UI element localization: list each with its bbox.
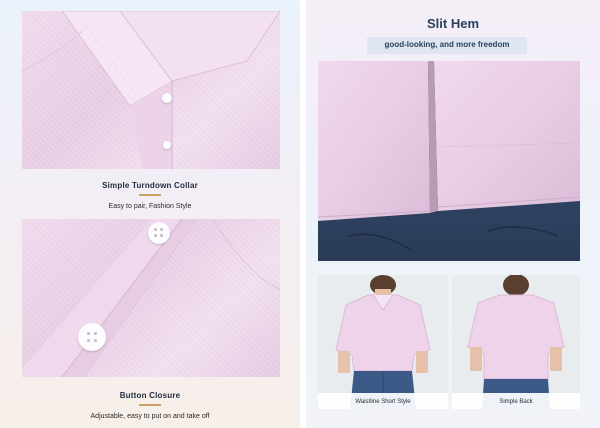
collar-subtitle: Easy to pair, Fashion Style [108, 203, 192, 210]
thumb-back-label: Simple Back [499, 399, 533, 405]
button-closure-divider [139, 404, 161, 406]
button-closure-title: Button Closure [119, 391, 181, 400]
collar-button [162, 93, 172, 103]
thumb-front-label: Waistline Short Style [355, 399, 411, 405]
closure-button-bottom [78, 323, 106, 351]
thumb-back-photo: Simple Back [452, 275, 580, 409]
collar-divider [139, 194, 161, 196]
button-closure-subtitle: Adjustable, easy to put on and take off [90, 413, 210, 420]
collar-title: Simple Turndown Collar [102, 181, 198, 190]
thumb-front-photo: Waistline Short Style [318, 275, 448, 409]
placket-button [163, 141, 171, 149]
slit-hem-subtitle: good-looking, and more freedom [384, 40, 510, 49]
collar-photo [22, 11, 280, 169]
slit-hem-photo [318, 61, 580, 261]
button-closure-photo [22, 219, 280, 377]
slit-hem-title: Slit Hem [426, 16, 479, 31]
closure-button-top [148, 222, 170, 244]
